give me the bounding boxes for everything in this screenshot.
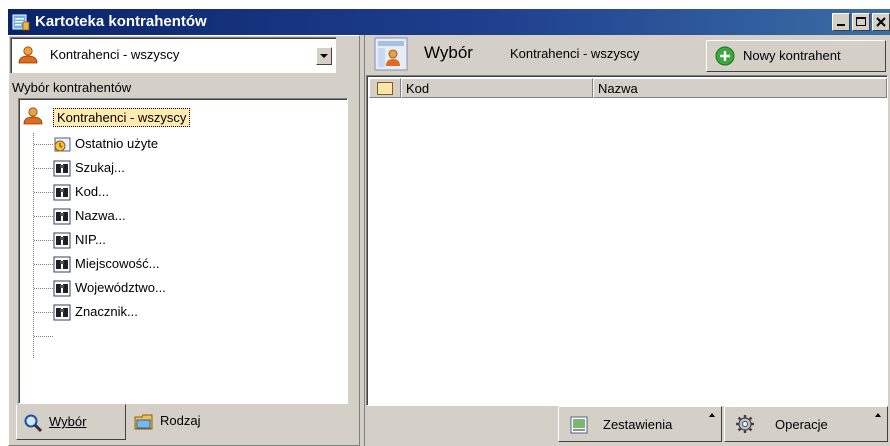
maximize-button[interactable]: [852, 13, 870, 31]
person-icon: [18, 46, 38, 64]
close-button[interactable]: [872, 13, 890, 31]
contractors-grid: Kod Nazwa: [366, 75, 888, 406]
binoculars-icon: [53, 304, 71, 321]
binoculars-icon: [53, 280, 71, 297]
tab-wybor[interactable]: Wybór: [16, 404, 126, 440]
select-all-header[interactable]: [369, 78, 401, 98]
recent-icon: [54, 137, 71, 152]
operations-label: Operacje: [775, 417, 828, 432]
tree-item-label: Nazwa...: [75, 208, 126, 223]
column-header-label: Nazwa: [598, 81, 638, 96]
report-icon: [570, 416, 588, 434]
close-icon: [876, 17, 886, 27]
tree-root-label: Kontrahenci - wszyscy: [53, 108, 191, 127]
operations-button[interactable]: Operacje: [724, 406, 888, 442]
tree-item-label: Znacznik...: [75, 304, 138, 319]
minimize-icon: [837, 24, 845, 26]
person-icon: [23, 107, 43, 125]
tab-rodzaj[interactable]: Rodzaj: [128, 404, 238, 440]
binoculars-icon: [53, 160, 71, 177]
tree-item-recent[interactable]: Ostatnio użyte: [53, 133, 253, 155]
folder-icon: [134, 414, 153, 430]
tree-item-city[interactable]: Miejscowość...: [53, 253, 253, 275]
reports-label: Zestawienia: [603, 417, 673, 432]
binoculars-icon: [53, 232, 71, 249]
minimize-button[interactable]: [832, 13, 850, 31]
tree-item-label: Miejscowość...: [75, 256, 160, 271]
gear-icon: [736, 415, 754, 433]
card-index-icon: [12, 14, 30, 31]
binoculars-icon: [53, 184, 71, 201]
new-contractor-button[interactable]: Nowy kontrahent: [706, 40, 886, 72]
card-index-view-icon: [374, 37, 408, 71]
tab-label: Wybór: [49, 414, 87, 429]
checkbox-icon: [377, 82, 393, 95]
tree-item-nip[interactable]: NIP...: [53, 229, 253, 251]
tree-item-label: NIP...: [75, 232, 106, 247]
tree-caption: Wybór kontrahentów: [12, 80, 132, 95]
column-header-kod[interactable]: Kod: [401, 78, 593, 98]
maximize-icon: [856, 17, 866, 26]
tree-item-search[interactable]: Szukaj...: [53, 157, 253, 179]
tab-label: Rodzaj: [160, 413, 201, 428]
tree-item-label: Województwo...: [75, 280, 166, 295]
tree-item-label: Ostatnio użyte: [75, 136, 159, 151]
chevron-down-icon[interactable]: [316, 47, 332, 65]
view-subtitle: Kontrahenci - wszyscy: [510, 46, 640, 61]
view-title: Wybór: [424, 43, 473, 62]
tree-item-marker[interactable]: Znacznik...: [53, 301, 253, 323]
filter-combo-value: Kontrahenci - wszyscy: [50, 47, 180, 62]
main-window: Kartoteka kontrahentów Kontrahenci - wsz…: [8, 9, 890, 446]
tree-item-name[interactable]: Nazwa...: [53, 205, 253, 227]
binoculars-icon: [53, 256, 71, 273]
chevron-up-icon: [709, 413, 715, 417]
column-header-label: Kod: [406, 81, 430, 96]
tree-item-code[interactable]: Kod...: [53, 181, 253, 203]
tree-item-label: Kod...: [75, 184, 109, 199]
filter-combo[interactable]: Kontrahenci - wszyscy: [10, 37, 336, 73]
tree-item-label: Szukaj...: [75, 160, 125, 175]
column-header-nazwa[interactable]: Nazwa: [593, 78, 887, 98]
binoculars-icon: [53, 208, 71, 225]
magnifier-icon: [24, 414, 43, 433]
plus-icon: [715, 46, 735, 66]
reports-button[interactable]: Zestawienia: [558, 406, 722, 442]
title-bar[interactable]: Kartoteka kontrahentów: [8, 9, 890, 35]
window-controls: [832, 13, 890, 31]
selection-tree: Kontrahenci - wszyscy Ostatnio użyte Szu…: [18, 98, 348, 404]
window-title: Kartoteka kontrahentów: [35, 13, 207, 30]
tree-root[interactable]: Kontrahenci - wszyscy: [23, 107, 243, 129]
tree-item-province[interactable]: Województwo...: [53, 277, 253, 299]
chevron-up-icon: [875, 413, 881, 417]
new-contractor-label: Nowy kontrahent: [743, 48, 841, 63]
